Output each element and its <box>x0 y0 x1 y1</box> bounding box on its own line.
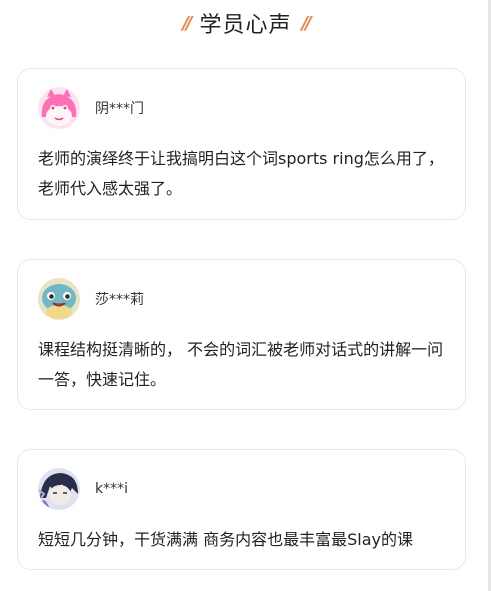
username: 阴***门 <box>95 101 144 117</box>
testimonial-header: 莎***莉 <box>38 278 144 320</box>
username: k***i <box>95 481 128 497</box>
section-title: 学员心声 <box>199 13 292 38</box>
anime-character-avatar-icon <box>38 468 80 510</box>
testimonial-text: 课程结构挺清晰的， 不会的词汇被老师对话式的讲解一问一答，快速记住。 <box>38 340 444 389</box>
squirtle-avatar-icon <box>38 278 80 320</box>
testimonial-card: k***i 短短几分钟，干货满满 商务内容也最丰富最Slay的课 <box>17 449 466 570</box>
pink-cartoon-avatar-icon <box>38 87 80 129</box>
testimonial-card: 阴***门 老师的演绎终于让我搞明白这个词sports ring怎么用了，老师代… <box>17 68 466 220</box>
testimonial-card: 莎***莉 课程结构挺清晰的， 不会的词汇被老师对话式的讲解一问一答，快速记住。 <box>17 259 466 410</box>
username: 莎***莉 <box>95 292 144 308</box>
section-header: // 学员心声 // <box>0 6 491 40</box>
testimonial-header: k***i <box>38 468 128 510</box>
testimonial-text: 老师的演绎终于让我搞明白这个词sports ring怎么用了，老师代入感太强了。 <box>38 149 444 198</box>
testimonial-header: 阴***门 <box>38 87 144 129</box>
testimonial-text: 短短几分钟，干货满满 商务内容也最丰富最Slay的课 <box>38 530 413 549</box>
right-decoration-mark: // <box>301 12 312 34</box>
left-decoration-mark: // <box>182 12 192 34</box>
